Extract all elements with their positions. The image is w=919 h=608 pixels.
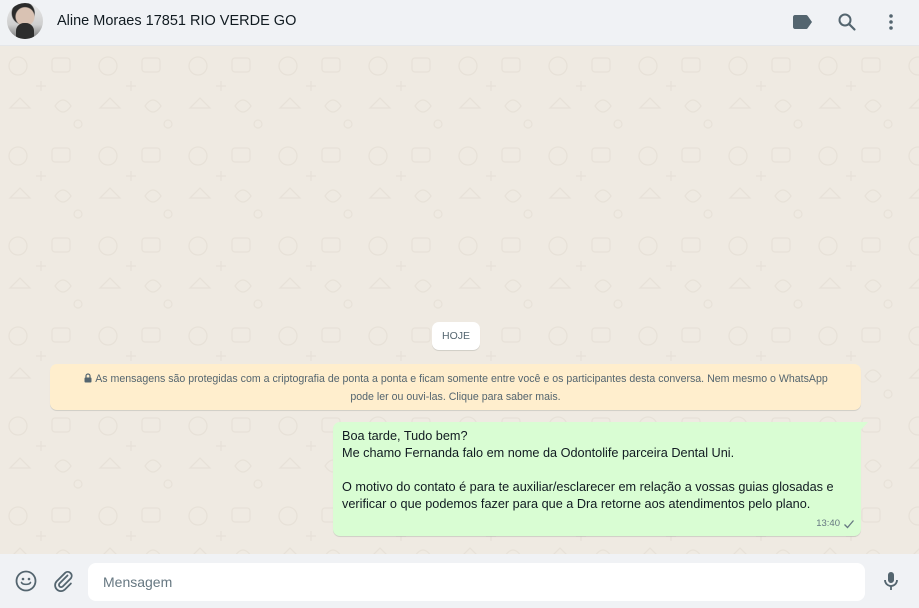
search-icon[interactable] xyxy=(835,10,859,34)
message-meta: 13:40 xyxy=(816,515,855,532)
message-time: 13:40 xyxy=(816,518,840,529)
menu-icon[interactable] xyxy=(879,10,903,34)
encryption-notice[interactable]: As mensagens são protegidas com a cripto… xyxy=(50,364,861,410)
date-separator: HOJE xyxy=(432,322,480,350)
single-check-icon xyxy=(843,519,855,529)
encryption-notice-line1: As mensagens são protegidas com a cripto… xyxy=(95,373,828,385)
message-input[interactable] xyxy=(88,563,865,601)
message-line: Me chamo Fernanda falo em nome da Odonto… xyxy=(342,446,735,460)
attach-icon[interactable] xyxy=(51,569,75,593)
composer xyxy=(0,554,919,608)
message-line: O motivo do contato é para te auxiliar/e… xyxy=(342,480,834,494)
encryption-notice-line2: pode ler ou ouvi-las. Clique para saber … xyxy=(350,391,561,403)
outgoing-message[interactable]: Boa tarde, Tudo bem? Me chamo Fernanda f… xyxy=(333,422,868,536)
chat-header: Aline Moraes 17851 RIO VERDE GO xyxy=(0,0,919,46)
message-line: Boa tarde, Tudo bem? xyxy=(342,429,468,443)
avatar[interactable] xyxy=(7,3,43,39)
lock-icon xyxy=(83,371,93,383)
label-icon[interactable] xyxy=(790,10,814,34)
contact-name[interactable]: Aline Moraes 17851 RIO VERDE GO xyxy=(57,13,296,29)
bubble-tail xyxy=(860,422,868,431)
message-line: verificar o que podemos fazer para que a… xyxy=(342,497,811,511)
chat-area[interactable]: HOJE As mensagens são protegidas com a c… xyxy=(0,46,919,554)
mic-icon[interactable] xyxy=(879,569,903,593)
emoji-icon[interactable] xyxy=(14,569,38,593)
